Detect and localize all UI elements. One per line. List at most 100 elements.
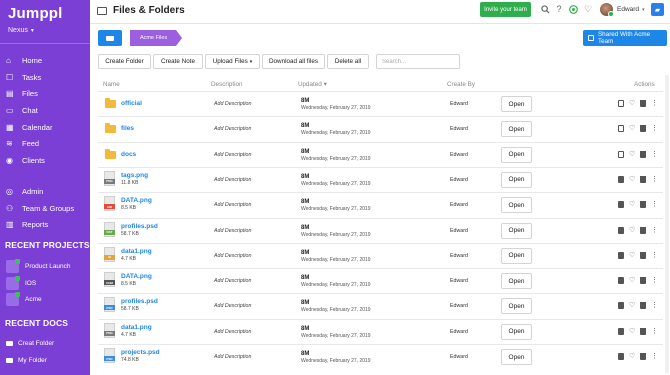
add-description-link[interactable]: Add Description — [214, 101, 251, 107]
more-icon[interactable]: ⋮ — [651, 277, 658, 284]
more-icon[interactable]: ⋮ — [651, 252, 658, 259]
table-row[interactable]: AIR DATA.png 8.5 KB Add Description 8M Wednes… — [98, 192, 663, 217]
column-created-by[interactable]: Create By — [447, 81, 475, 88]
status-icon[interactable] — [568, 4, 578, 14]
sidebar-item-team-groups[interactable]: ⚇ Team & Groups — [6, 200, 74, 217]
download-icon[interactable] — [618, 175, 624, 183]
open-button[interactable]: Open — [501, 247, 532, 264]
file-name-link[interactable]: profiles.psd — [121, 223, 158, 230]
file-name-link[interactable]: files — [121, 125, 134, 132]
column-name[interactable]: Name — [103, 81, 120, 88]
recent-project-item[interactable]: Product Launch — [6, 259, 71, 273]
add-description-link[interactable]: Add Description — [214, 202, 251, 208]
more-icon[interactable]: ⋮ — [651, 176, 658, 183]
sidebar-item-tasks[interactable]: ☐ Tasks — [6, 69, 52, 86]
recent-doc-item[interactable]: My Folder — [6, 357, 47, 364]
heart-icon[interactable]: ♡ — [629, 302, 635, 309]
chat-icon[interactable]: ▰ — [651, 3, 664, 16]
table-row[interactable]: PSD projects.psd 74.8 KB Add Description 8M W… — [98, 344, 663, 369]
file-name-link[interactable]: projects.psd — [121, 349, 160, 356]
open-button[interactable]: Open — [501, 222, 532, 239]
copy-icon[interactable] — [618, 125, 624, 133]
table-row[interactable]: DAT profiles.psd 58.7 KB Add Description 8M W… — [98, 217, 663, 243]
download-icon[interactable] — [618, 327, 624, 335]
heart-icon[interactable]: ♡ — [629, 277, 635, 284]
trash-icon[interactable] — [640, 150, 646, 158]
recent-doc-item[interactable]: Creat Folder — [6, 340, 54, 347]
heart-icon[interactable]: ♡ — [629, 201, 635, 208]
more-icon[interactable]: ⋮ — [651, 227, 658, 234]
search-icon[interactable] — [540, 4, 550, 14]
breadcrumb-folder[interactable]: Acme Files — [130, 30, 182, 46]
add-description-link[interactable]: Add Description — [214, 278, 251, 284]
table-row[interactable]: docs Add Description 8M Wednesday, February… — [98, 141, 663, 167]
create-folder-button[interactable]: Create Folder — [98, 54, 151, 69]
add-description-link[interactable]: Add Description — [214, 152, 251, 158]
more-icon[interactable]: ⋮ — [651, 302, 658, 309]
copy-icon[interactable] — [618, 100, 624, 107]
column-description[interactable]: Description — [211, 81, 243, 88]
heart-icon[interactable]: ♡ — [629, 227, 635, 234]
add-description-link[interactable]: Add Description — [214, 303, 251, 309]
open-button[interactable]: Open — [501, 96, 532, 112]
more-icon[interactable]: ⋮ — [651, 100, 658, 107]
open-button[interactable]: Open — [501, 121, 532, 138]
open-button[interactable]: Open — [501, 323, 532, 340]
sidebar-item-calendar[interactable]: ▦ Calendar — [6, 119, 52, 136]
file-name-link[interactable]: DATA.png — [121, 273, 152, 280]
upload-files-button[interactable]: Upload Files ▾ — [205, 54, 260, 69]
sidebar-item-clients[interactable]: ◉ Clients — [6, 152, 52, 169]
download-all-button[interactable]: Download all files — [262, 54, 325, 69]
trash-icon[interactable] — [640, 251, 646, 259]
file-name-link[interactable]: data1.png — [121, 324, 152, 331]
open-button[interactable]: Open — [501, 298, 532, 315]
shared-with-team-button[interactable]: Shared With Acme Team — [583, 30, 667, 46]
more-icon[interactable]: ⋮ — [651, 328, 658, 335]
trash-icon[interactable] — [640, 125, 646, 133]
table-row[interactable]: PSD profiles.psd 58.7 KB Add Description 8M W… — [98, 293, 663, 318]
trash-icon[interactable] — [640, 100, 646, 107]
heart-icon[interactable]: ♡ — [629, 353, 635, 360]
download-icon[interactable] — [618, 277, 624, 285]
sidebar-item-chat[interactable]: ▭ Chat — [6, 102, 52, 119]
download-icon[interactable] — [618, 302, 624, 310]
heart-icon[interactable]: ♡ — [583, 4, 593, 14]
download-icon[interactable] — [618, 251, 624, 259]
more-icon[interactable]: ⋮ — [651, 201, 658, 208]
app-logo[interactable]: Jumppl — [8, 5, 63, 22]
user-menu[interactable]: Edward ▾ — [600, 3, 645, 17]
sidebar-item-files[interactable]: ▤ Files — [6, 85, 52, 102]
add-description-link[interactable]: Add Description — [214, 177, 251, 183]
trash-icon[interactable] — [640, 226, 646, 234]
file-name-link[interactable]: tags.png — [121, 172, 148, 179]
org-switcher[interactable]: Nexus ▾ — [8, 27, 34, 34]
create-note-button[interactable]: Create Note — [153, 54, 203, 69]
add-description-link[interactable]: Add Description — [214, 329, 251, 335]
table-row[interactable]: PNG tags.png 11.8 KB Add Description 8M Wedne… — [98, 166, 663, 192]
scrollbar[interactable] — [665, 75, 669, 373]
trash-icon[interactable] — [640, 175, 646, 183]
invite-team-button[interactable]: Invite your team — [480, 2, 531, 17]
delete-all-button[interactable]: Delete all — [327, 54, 369, 69]
sidebar-item-admin[interactable]: ◎ Admin — [6, 183, 74, 200]
heart-icon[interactable]: ♡ — [629, 328, 635, 335]
add-description-link[interactable]: Add Description — [214, 126, 251, 132]
open-button[interactable]: Open — [501, 146, 532, 163]
heart-icon[interactable]: ♡ — [629, 125, 635, 132]
open-button[interactable]: Open — [501, 273, 532, 290]
trash-icon[interactable] — [640, 201, 646, 209]
trash-icon[interactable] — [640, 353, 646, 360]
download-icon[interactable] — [618, 226, 624, 234]
table-row[interactable]: AI data1.png 4.7 KB Add Description 8M Wednes… — [98, 242, 663, 268]
sidebar-item-home[interactable]: ⌂ Home — [6, 52, 52, 69]
sidebar-item-reports[interactable]: ▥ Reports — [6, 216, 74, 233]
table-row[interactable]: PNG data1.png 4.7 KB Add Description 8M Wedne… — [98, 318, 663, 344]
open-button[interactable]: Open — [501, 197, 532, 214]
breadcrumb-home[interactable] — [98, 30, 122, 46]
add-description-link[interactable]: Add Description — [214, 354, 251, 360]
file-name-link[interactable]: DATA.png — [121, 197, 152, 204]
trash-icon[interactable] — [640, 277, 646, 285]
file-name-link[interactable]: data1.png — [121, 248, 152, 255]
trash-icon[interactable] — [640, 327, 646, 335]
search-input[interactable] — [376, 54, 460, 69]
